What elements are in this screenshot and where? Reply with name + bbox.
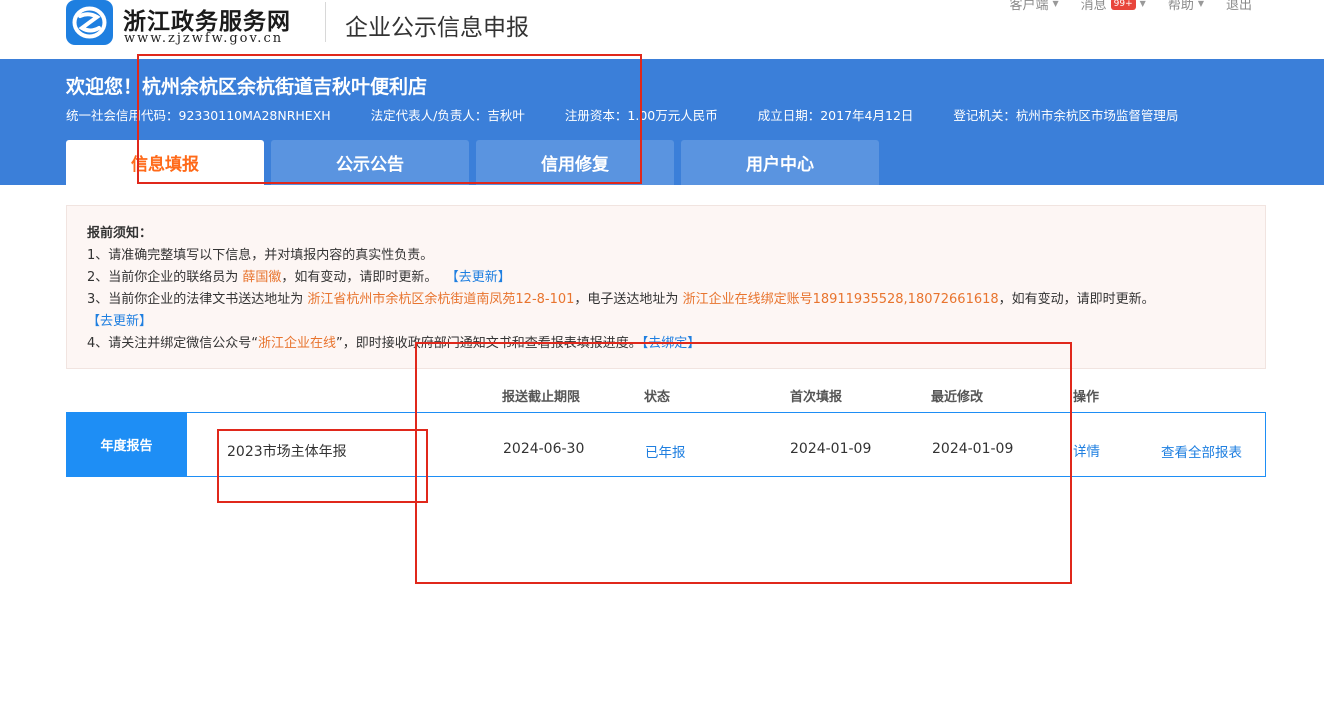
col-last-modified: 最近修改 [931, 390, 984, 405]
header-divider [325, 2, 326, 42]
nav-help-label: 帮助 [1167, 0, 1194, 13]
bind-wechat-link[interactable]: 【去绑定】 [642, 336, 701, 351]
notice-line-1: 1、请准确完整填写以下信息，并对填报内容的真实性负责。 [87, 245, 1245, 267]
notice-title: 报前须知： [87, 226, 153, 241]
site-url: www.zjzwfw.gov.cn [124, 31, 284, 46]
col-first-filed: 首次填报 [790, 390, 843, 405]
update-liaison-link[interactable]: 【去更新】 [446, 270, 511, 285]
col-deadline: 报送截止期限 [502, 390, 581, 405]
notice-line-1-text: 1、请准确完整填写以下信息，并对填报内容的真实性负责。 [87, 248, 434, 263]
main-tabs: 信息填报 公示公告 信用修复 用户中心 [66, 140, 879, 185]
service-address: 浙江省杭州市余杭区余杭街道南凤苑12-8-101 [307, 292, 575, 307]
chevron-down-icon: ▼ [1052, 0, 1059, 8]
nav-logout[interactable]: 退出 [1226, 0, 1252, 13]
nav-logout-label: 退出 [1225, 0, 1252, 13]
company-banner: 欢迎您！杭州余杭区余杭街道吉秋叶便利店 统一社会信用代码：92330110MA2… [0, 59, 1324, 185]
site-logo[interactable]: 浙江政务服务网 www.zjzwfw.gov.cn [66, 0, 310, 48]
nav-client[interactable]: 客户端 ▼ [1009, 0, 1058, 13]
nav-messages[interactable]: 消息 99+ ▼ [1081, 0, 1146, 13]
report-table-header: 报送截止期限 状态 首次填报 最近修改 操作 [0, 386, 1324, 405]
company-info: 统一社会信用代码：92330110MA28NRHEXH 法定代表人/负责人：吉秋… [66, 105, 1218, 124]
company-welcome: 欢迎您！杭州余杭区余杭街道吉秋叶便利店 [66, 76, 428, 98]
chevron-down-icon: ▼ [1139, 0, 1146, 8]
notice-line-2-prefix: 2、当前你企业的联络员为 [87, 270, 243, 285]
report-first-filed: 2024-01-09 [790, 441, 872, 457]
detail-link[interactable]: 详情 [1073, 440, 1100, 460]
credit-code: 统一社会信用代码：92330110MA28NRHEXH [66, 108, 331, 123]
report-name: 2023市场主体年报 [227, 444, 347, 460]
notice-line-3-suffix: ，如有变动，请即时更新。 [998, 292, 1155, 307]
report-status[interactable]: 已年报 [645, 441, 686, 461]
notice-line-2-suffix: ，如有变动，请即时更新。 [281, 270, 438, 285]
update-address-link[interactable]: 【去更新】 [87, 314, 152, 329]
col-action: 操作 [1073, 390, 1100, 405]
annual-report-label: 年度报告 [66, 412, 187, 477]
tab-info-filing[interactable]: 信息填报 [66, 140, 264, 185]
founded-date: 成立日期：2017年4月12日 [757, 108, 914, 123]
registration-authority: 登记机关：杭州市余杭区市场监督管理局 [953, 108, 1179, 123]
notice-line-4-suffix: ”，即时接收政府部门通知文书和查看报表填报进度。 [336, 336, 642, 351]
liaison-name: 薛国徽 [242, 270, 282, 285]
nav-messages-label: 消息 [1080, 0, 1107, 13]
electronic-address: 浙江企业在线绑定账号18911935528,18072661618 [682, 292, 999, 307]
tab-credit-repair[interactable]: 信用修复 [476, 140, 674, 185]
notice-line-3: 3、当前你企业的法律文书送达地址为 浙江省杭州市余杭区余杭街道南凤苑12-8-1… [87, 289, 1245, 333]
message-count-badge: 99+ [1110, 0, 1136, 10]
tab-user-center[interactable]: 用户中心 [681, 140, 879, 185]
page-title: 企业公示信息申报 [345, 15, 529, 41]
tab-public-notices[interactable]: 公示公告 [271, 140, 469, 185]
nav-help[interactable]: 帮助 ▼ [1168, 0, 1204, 13]
notice-line-3-prefix: 3、当前你企业的法律文书送达地址为 [87, 292, 308, 307]
table-row: 年度报告 2023市场主体年报 2024-06-30 已年报 2024-01-0… [66, 412, 1266, 477]
notice-line-3-mid: ，电子送达地址为 [574, 292, 683, 307]
notice-line-2: 2、当前你企业的联络员为 薛国徽，如有变动，请即时更新。 【去更新】 [87, 267, 1245, 289]
legal-representative: 法定代表人/负责人：吉秋叶 [370, 108, 525, 123]
registered-capital: 注册资本：1.00万元人民币 [564, 108, 718, 123]
top-nav: 客户端 ▼ 消息 99+ ▼ 帮助 ▼ 退出 [1009, 0, 1252, 13]
wechat-account: 浙江企业在线 [258, 336, 337, 351]
col-status: 状态 [644, 390, 671, 405]
chevron-down-icon: ▼ [1197, 0, 1204, 8]
notice-line-4-prefix: 4、请关注并绑定微信公众号“ [87, 336, 259, 351]
nav-client-label: 客户端 [1009, 0, 1049, 13]
logo-icon [66, 0, 113, 45]
filing-notice: 报前须知： 1、请准确完整填写以下信息，并对填报内容的真实性负责。 2、当前你企… [66, 205, 1266, 369]
view-all-reports-link[interactable]: 查看全部报表 [1161, 441, 1242, 461]
notice-line-4: 4、请关注并绑定微信公众号“浙江企业在线”，即时接收政府部门通知文书和查看报表填… [87, 333, 1245, 355]
report-last-modified: 2024-01-09 [932, 441, 1014, 457]
report-deadline: 2024-06-30 [503, 441, 585, 457]
top-header: 浙江政务服务网 www.zjzwfw.gov.cn 企业公示信息申报 客户端 ▼… [0, 0, 1324, 59]
